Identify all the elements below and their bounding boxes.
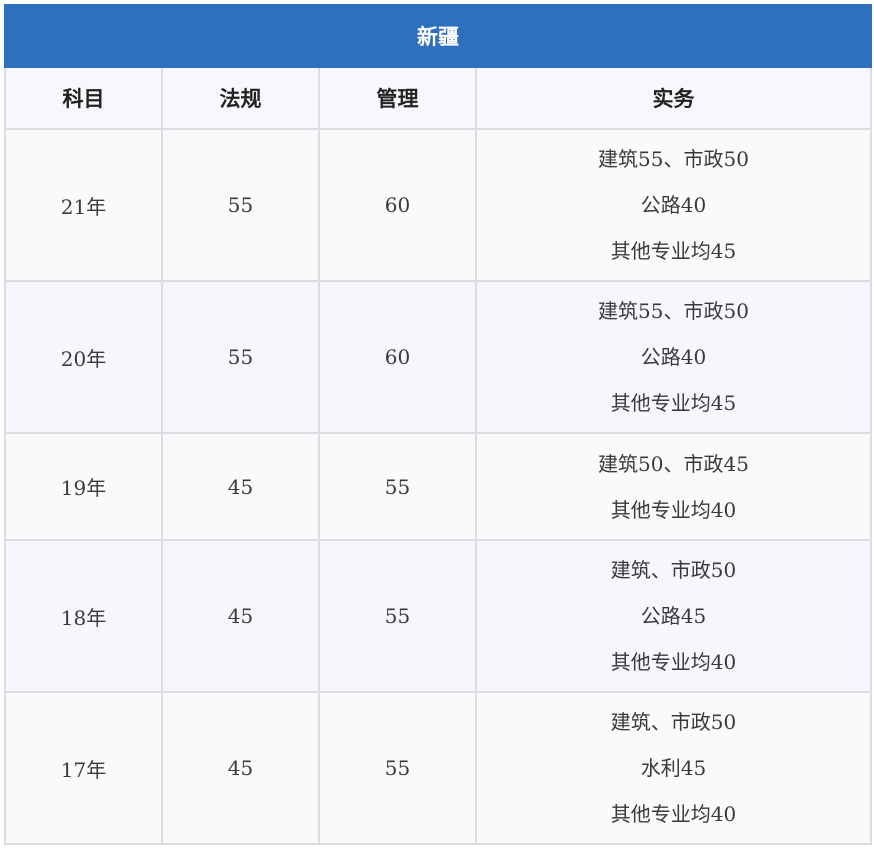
practice-score-cell: 建筑55、市政50 公路40 其他专业均45 (475, 128, 872, 282)
law-score-cell: 55 (161, 280, 320, 434)
practice-line: 公路45 (640, 604, 707, 628)
law-score-cell: 45 (161, 539, 320, 693)
table-row: 20年 55 60 建筑55、市政50 公路40 其他专业均45 (4, 280, 872, 434)
practice-line: 建筑、市政50 (610, 710, 737, 734)
practice-score-cell: 建筑、市政50 水利45 其他专业均40 (475, 691, 872, 845)
management-score-cell: 55 (318, 691, 477, 845)
practice-line: 其他专业均45 (610, 391, 737, 415)
law-score-cell: 55 (161, 128, 320, 282)
title-row: 新疆 (4, 4, 872, 68)
header-law: 法规 (161, 66, 320, 130)
score-table: 新疆 科目 法规 管理 实务 21年 55 60 建筑55、市政50 公路40 … (4, 4, 872, 845)
table-row: 19年 45 55 建筑50、市政45 其他专业均40 (4, 432, 872, 541)
year-cell: 19年 (4, 432, 163, 541)
practice-line: 其他专业均40 (610, 497, 737, 522)
table-row: 17年 45 55 建筑、市政50 水利45 其他专业均40 (4, 691, 872, 845)
table-row: 18年 45 55 建筑、市政50 公路45 其他专业均40 (4, 539, 872, 693)
year-cell: 17年 (4, 691, 163, 845)
practice-line: 其他专业均40 (610, 802, 737, 826)
practice-line: 水利45 (640, 756, 707, 780)
practice-line: 建筑、市政50 (610, 558, 737, 582)
header-practice: 实务 (475, 66, 872, 130)
practice-line: 公路40 (640, 345, 707, 369)
management-score-cell: 60 (318, 128, 477, 282)
practice-line: 建筑55、市政50 (598, 147, 749, 171)
law-score-cell: 45 (161, 432, 320, 541)
practice-score-cell: 建筑、市政50 公路45 其他专业均40 (475, 539, 872, 693)
practice-line: 其他专业均40 (610, 650, 737, 674)
score-table-container: 新疆 科目 法规 管理 实务 21年 55 60 建筑55、市政50 公路40 … (4, 4, 872, 845)
practice-line: 建筑55、市政50 (598, 299, 749, 323)
management-score-cell: 60 (318, 280, 477, 434)
year-cell: 21年 (4, 128, 163, 282)
header-row: 科目 法规 管理 实务 (4, 66, 872, 130)
practice-score-cell: 建筑55、市政50 公路40 其他专业均45 (475, 280, 872, 434)
practice-score-cell: 建筑50、市政45 其他专业均40 (475, 432, 872, 541)
table-row: 21年 55 60 建筑55、市政50 公路40 其他专业均45 (4, 128, 872, 282)
practice-line: 其他专业均45 (610, 239, 737, 263)
management-score-cell: 55 (318, 432, 477, 541)
law-score-cell: 45 (161, 691, 320, 845)
year-cell: 18年 (4, 539, 163, 693)
management-score-cell: 55 (318, 539, 477, 693)
header-subject: 科目 (4, 66, 163, 130)
practice-line: 公路40 (640, 193, 707, 217)
header-management: 管理 (318, 66, 477, 130)
table-title: 新疆 (4, 4, 872, 68)
practice-line: 建筑50、市政45 (598, 451, 749, 476)
year-cell: 20年 (4, 280, 163, 434)
